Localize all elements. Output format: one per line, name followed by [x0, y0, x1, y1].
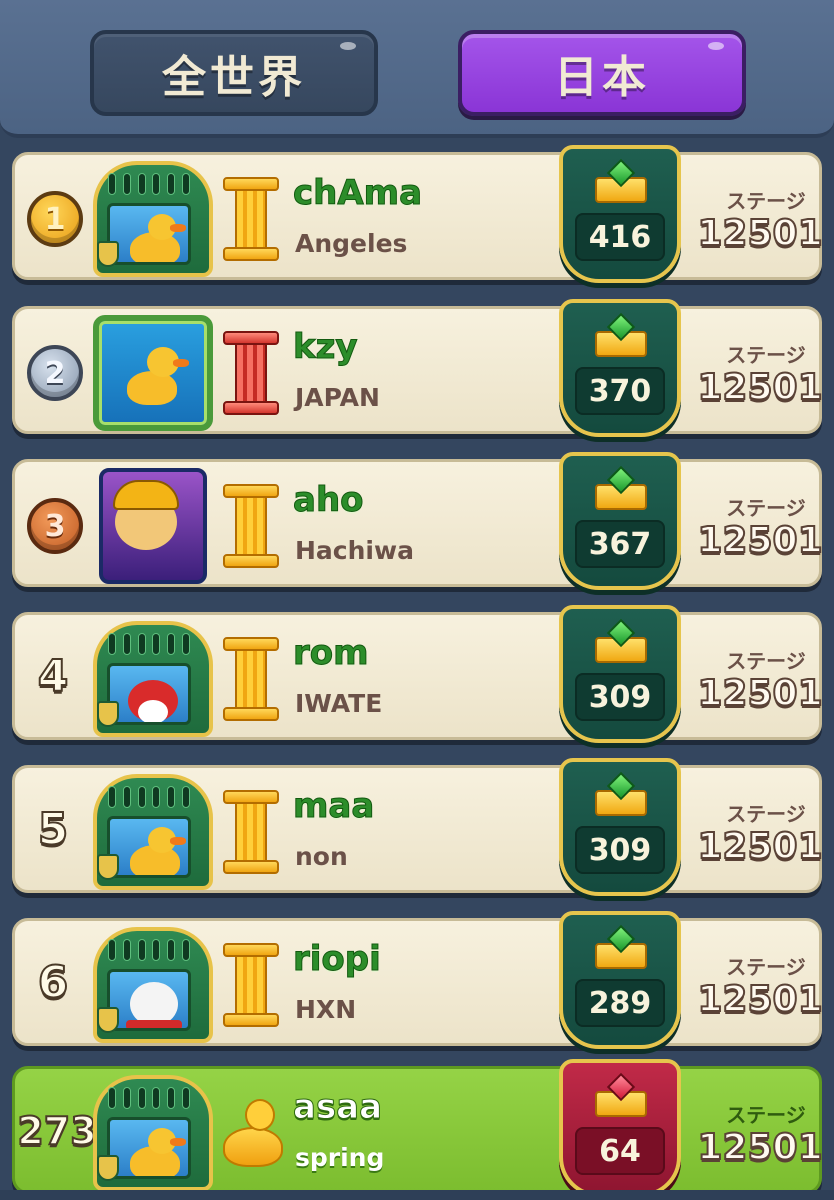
crown-count: 309 — [575, 673, 665, 721]
crown-score-badge: 416 — [559, 145, 681, 283]
crown-count: 370 — [575, 367, 665, 415]
crown-count: 289 — [575, 979, 665, 1027]
player-name: asaa — [292, 1087, 383, 1128]
rank-number: 1 — [44, 201, 66, 237]
player-name: riopi — [293, 939, 382, 980]
stage-value: 12501 — [696, 672, 823, 715]
crown-count: 64 — [575, 1127, 665, 1175]
crown-icon — [595, 312, 647, 359]
crown-score-badge: 370 — [559, 299, 681, 437]
tab-japan-label: 日本 — [554, 52, 650, 103]
stage-value: 12501 — [696, 1126, 823, 1169]
leaderboard-row-2[interactable]: 2 kzy JAPAN 370 ステージ 12501 — [12, 299, 824, 437]
crown-score-badge: 309 — [559, 605, 681, 743]
gold-pillar-icon — [223, 790, 279, 874]
player-name: kzy — [293, 327, 359, 368]
stage-label: ステージ — [726, 802, 806, 826]
player-name: rom — [293, 633, 370, 674]
avatar-flower-duck[interactable] — [93, 315, 213, 431]
gloss-highlight — [340, 42, 356, 50]
crown-icon — [595, 924, 647, 971]
gold-pillar-icon — [223, 177, 279, 261]
leaderboard-row-4[interactable]: 4 rom IWATE 309 ステージ 12501 — [12, 605, 824, 743]
stage-value: 12501 — [696, 825, 823, 868]
stage-label: ステージ — [726, 343, 806, 367]
rank-number: 4 — [37, 650, 70, 703]
crown-icon — [595, 158, 647, 205]
my-rank-row[interactable]: 273 asaa spring 64 ステージ 12501 — [12, 1059, 824, 1197]
stage-label: ステージ — [726, 955, 806, 979]
player-location: Angeles — [295, 229, 408, 258]
gold-pillar-icon — [223, 637, 279, 721]
crown-score-badge: 64 — [559, 1059, 681, 1197]
player-location: JAPAN — [295, 383, 380, 412]
gold-pillar-icon — [223, 484, 279, 568]
avatar-knight-duck[interactable] — [93, 774, 213, 890]
rank-number: 6 — [37, 956, 70, 1009]
player-location: spring — [295, 1143, 385, 1172]
leaderboard-header: 全世界 日本 — [0, 0, 834, 138]
player-location: IWATE — [295, 689, 383, 718]
stage-value: 12501 — [696, 212, 823, 255]
avatar-knight-bear[interactable] — [93, 927, 213, 1043]
rank-number: 5 — [37, 803, 70, 856]
ruby-pillar-icon — [223, 331, 279, 415]
player-location: non — [295, 842, 348, 871]
stage-value: 12501 — [696, 366, 823, 409]
player-name: chAma — [292, 173, 423, 214]
player-location: Hachiwa — [295, 536, 414, 565]
leaderboard-row-6[interactable]: 6 riopi HXN 289 ステージ 12501 — [12, 911, 824, 1049]
stage-label: ステージ — [726, 189, 806, 213]
player-name: aho — [293, 480, 365, 521]
rank-number: 2 — [44, 355, 66, 391]
leaderboard-row-1[interactable]: 1 chAma Angeles 416 ステージ 12501 — [12, 145, 824, 283]
crown-count: 367 — [575, 520, 665, 568]
player-location: HXN — [295, 995, 357, 1024]
stage-label: ステージ — [726, 1103, 806, 1127]
tab-global-label: 全世界 — [162, 52, 306, 103]
rank-number: 3 — [44, 508, 66, 544]
stage-label: ステージ — [726, 649, 806, 673]
crown-icon — [595, 771, 647, 818]
avatar-knight-duck[interactable] — [93, 161, 213, 277]
crown-count: 309 — [575, 826, 665, 874]
avatar-knight-bird[interactable] — [93, 621, 213, 737]
gold-duck-icon — [221, 1099, 285, 1169]
rank-medal-gold: 1 — [27, 191, 83, 247]
crown-icon — [595, 465, 647, 512]
leaderboard-row-3[interactable]: 3 aho Hachiwa 367 ステージ 12501 — [12, 452, 824, 590]
crown-icon — [595, 1072, 647, 1119]
rank-medal-silver: 2 — [27, 345, 83, 401]
tab-global[interactable]: 全世界 — [90, 30, 378, 116]
stage-label: ステージ — [726, 496, 806, 520]
avatar-miner-beaver[interactable] — [93, 468, 213, 584]
crown-score-badge: 289 — [559, 911, 681, 1049]
avatar-knight-duck[interactable] — [93, 1075, 213, 1191]
my-rank-number: 273 — [16, 1108, 97, 1154]
rank-medal-bronze: 3 — [27, 498, 83, 554]
crown-count: 416 — [575, 213, 665, 261]
stage-value: 12501 — [696, 978, 823, 1021]
crown-icon — [595, 618, 647, 665]
bottom-panel-edge — [0, 1190, 834, 1200]
leaderboard-row-5[interactable]: 5 maa non 309 ステージ 12501 — [12, 758, 824, 896]
tab-japan[interactable]: 日本 — [458, 30, 746, 116]
gold-pillar-icon — [223, 943, 279, 1027]
crown-score-badge: 309 — [559, 758, 681, 896]
crown-score-badge: 367 — [559, 452, 681, 590]
gloss-highlight — [708, 42, 724, 50]
stage-value: 12501 — [696, 519, 823, 562]
player-name: maa — [292, 786, 375, 827]
